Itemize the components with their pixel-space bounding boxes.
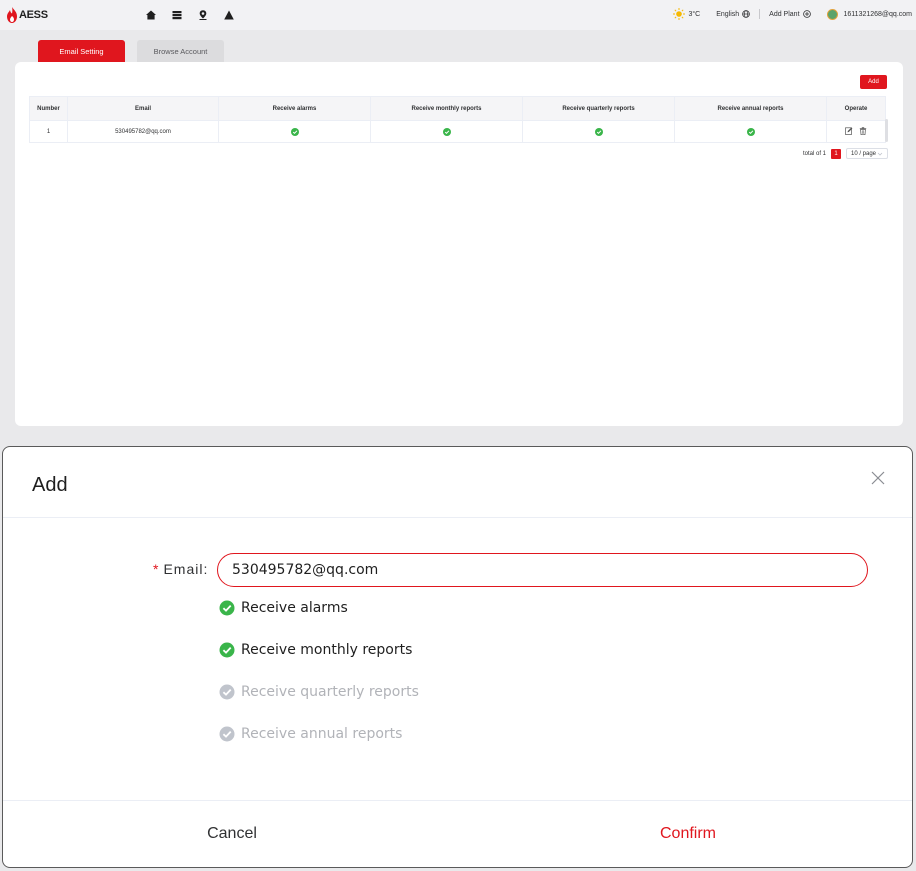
email-input[interactable] (217, 553, 868, 587)
top-right-area: 3°C English Add Plant 1611321268@qq.com (673, 8, 912, 20)
sun-icon (673, 8, 686, 20)
row-alarms-cell (218, 120, 371, 143)
row-quarterly-cell (522, 120, 675, 143)
option-label: Receive quarterly reports (241, 684, 419, 700)
option-label: Receive annual reports (241, 726, 403, 742)
row-annual-cell (674, 120, 827, 143)
add-email-dialog: Add *Email: Receive alarms Receive month… (2, 446, 913, 868)
email-label-text: Email: (163, 561, 209, 577)
check-circle-icon (219, 684, 235, 700)
tab-browse-account[interactable]: Browse Account (137, 40, 224, 62)
language-label: English (716, 10, 740, 18)
dialog-footer-divider (3, 800, 912, 801)
user-email: 1611321268@qq.com (843, 10, 912, 18)
pagination: total of 1 1 10 / page (803, 148, 888, 159)
add-button[interactable]: Add (860, 75, 887, 89)
table-row: 1 530495782@qq.com (29, 120, 886, 143)
close-icon[interactable] (870, 470, 886, 486)
table-scrollbar[interactable] (885, 119, 888, 142)
column-header: Receive annual reports (674, 96, 827, 121)
map-pin-icon[interactable] (196, 8, 210, 22)
column-header: Email (67, 96, 219, 121)
user-menu[interactable]: 1611321268@qq.com (826, 8, 912, 20)
row-monthly-cell (370, 120, 523, 143)
option-receive-alarms[interactable]: Receive alarms (219, 600, 348, 616)
header-separator (759, 9, 761, 19)
dialog-title: Add (32, 474, 68, 496)
table-header-row: Number Email Receive alarms Receive mont… (29, 96, 886, 121)
email-table: Number Email Receive alarms Receive mont… (29, 96, 886, 143)
check-circle-icon (442, 127, 451, 136)
column-header: Number (29, 96, 68, 121)
email-label: * Email: (153, 561, 208, 577)
option-receive-annual-reports[interactable]: Receive annual reports (219, 726, 402, 742)
option-label: Receive monthly reports (241, 642, 413, 658)
top-nav (144, 8, 236, 22)
column-header: Receive alarms (218, 96, 371, 121)
dialog-divider (3, 517, 912, 518)
page-button-current[interactable]: 1 (831, 148, 841, 159)
page-size-select[interactable]: 10 / page (846, 148, 888, 159)
option-receive-monthly-reports[interactable]: Receive monthly reports (219, 642, 412, 658)
avatar (826, 8, 838, 20)
check-circle-icon (594, 127, 603, 136)
check-circle-icon (746, 127, 755, 136)
list-icon[interactable] (170, 8, 184, 22)
chevron-down-icon (877, 152, 883, 156)
plus-circle-icon (802, 10, 811, 18)
check-circle-icon (219, 600, 235, 616)
delete-icon[interactable] (859, 126, 867, 135)
top-bar: AESS 3°C English Add Plant 1611321268@qq… (0, 0, 916, 30)
page-size-value: 10 / page (851, 150, 877, 157)
email-settings-card: Add Number Email Receive alarms Receive … (15, 62, 903, 426)
row-number: 1 (29, 120, 68, 143)
add-plant-label: Add Plant (769, 10, 800, 18)
pagination-total: total of 1 (802, 150, 826, 157)
row-email: 530495782@qq.com (67, 120, 219, 143)
edit-icon[interactable] (845, 126, 853, 135)
column-header: Receive monthly reports (370, 96, 523, 121)
cancel-button[interactable]: Cancel (113, 813, 351, 855)
language-switch[interactable]: English (716, 10, 750, 18)
add-plant-button[interactable]: Add Plant (769, 10, 811, 18)
option-receive-quarterly-reports[interactable]: Receive quarterly reports (219, 684, 419, 700)
required-asterisk: * (153, 561, 160, 577)
brand-logo[interactable]: AESS (6, 6, 48, 24)
check-circle-icon (290, 127, 299, 136)
check-circle-icon (219, 726, 235, 742)
column-header: Operate (826, 96, 886, 121)
option-label: Receive alarms (241, 600, 348, 616)
home-icon[interactable] (144, 8, 158, 22)
weather-widget: 3°C (673, 8, 700, 20)
tab-bar: Email Setting Browse Account (38, 40, 224, 62)
column-header: Receive quarterly reports (522, 96, 675, 121)
email-form-row: * Email: (3, 553, 912, 587)
weather-temp: 3°C (688, 10, 701, 18)
brand-name: AESS (19, 9, 48, 21)
flame-logo-icon (7, 7, 17, 23)
globe-icon (742, 10, 750, 18)
tab-email-setting[interactable]: Email Setting (38, 40, 125, 62)
row-operate-cell (826, 120, 886, 143)
confirm-button[interactable]: Confirm (569, 813, 807, 855)
check-circle-icon (219, 642, 235, 658)
alert-icon[interactable] (222, 8, 236, 22)
